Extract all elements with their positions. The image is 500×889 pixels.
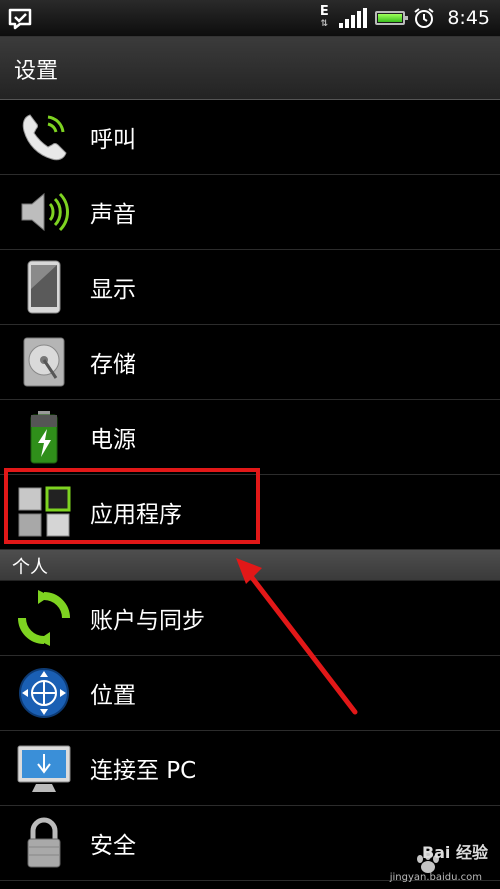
annotation-arrow-icon bbox=[236, 558, 358, 715]
settings-screen: E ⇅ 8:45 设置 呼叫 声音 显示 存储 电源 应用程序 个人 账户与同步… bbox=[0, 0, 500, 889]
watermark-url: jingyan.baidu.com bbox=[389, 872, 482, 883]
watermark-text: Bai 经验 bbox=[421, 843, 488, 862]
